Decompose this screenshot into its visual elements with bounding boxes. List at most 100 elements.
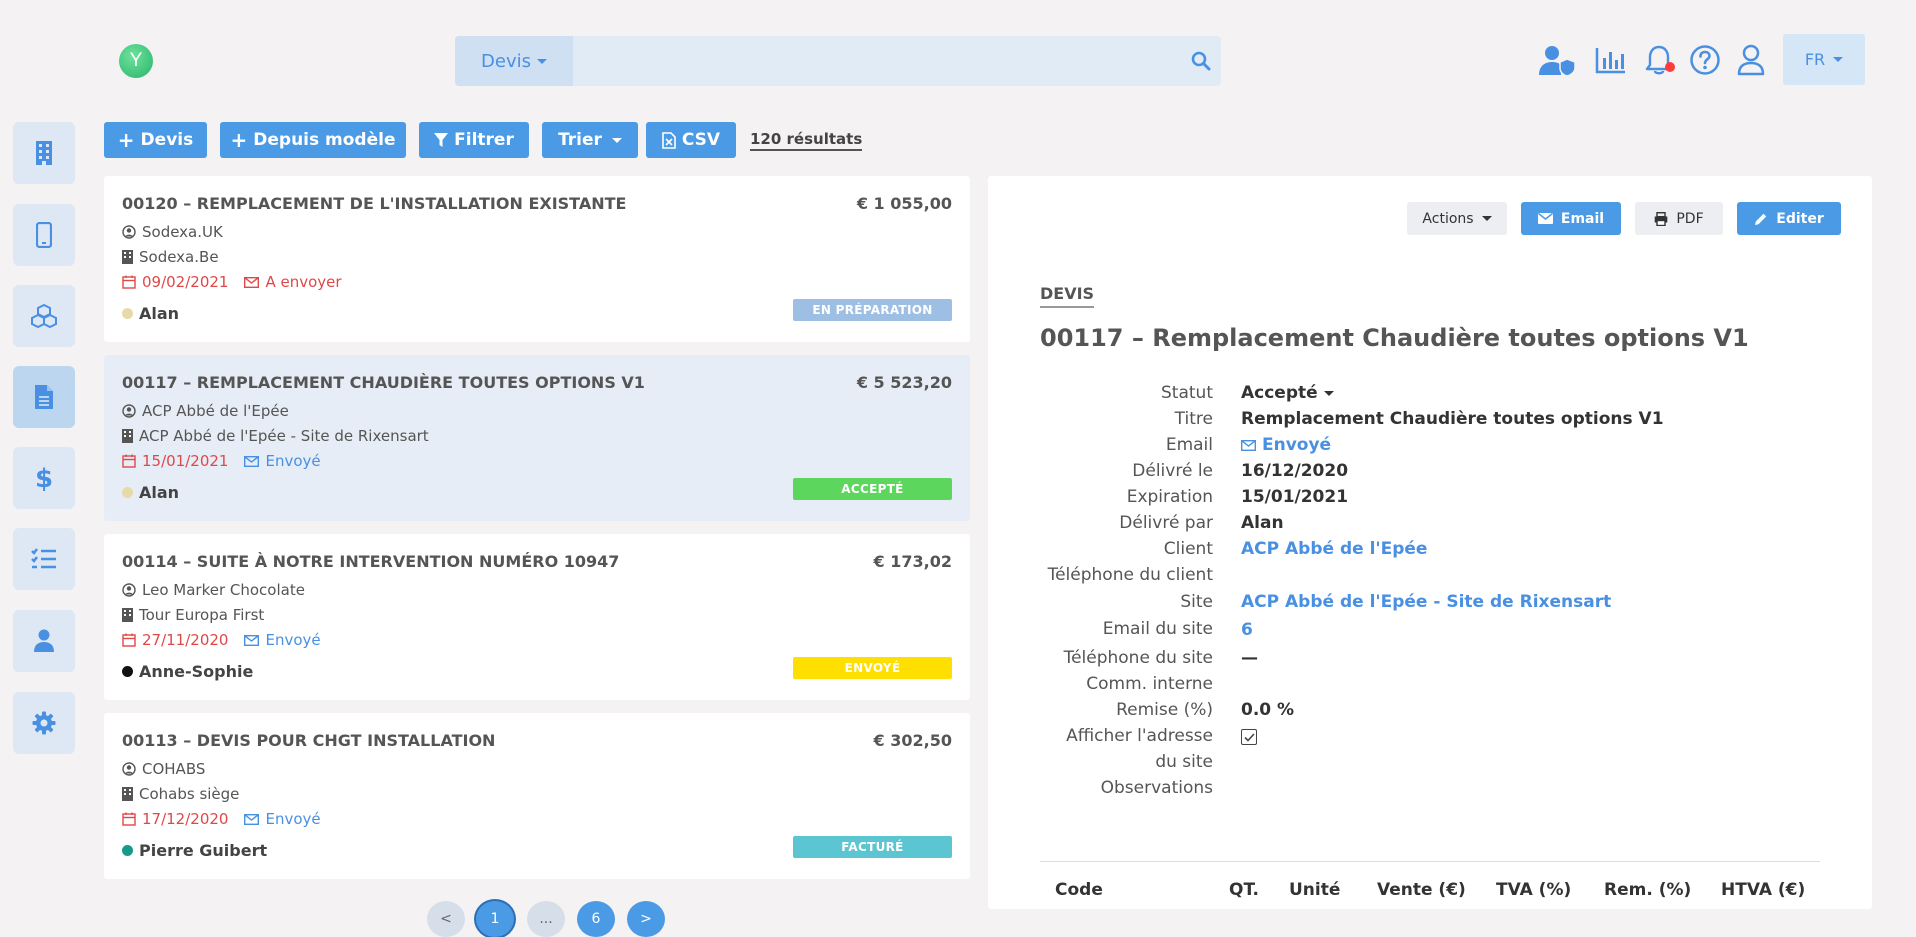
actions-dropdown[interactable]: Actions (1407, 202, 1507, 235)
user-color-dot (122, 308, 133, 319)
quote-mail-status: Envoyé (244, 810, 321, 828)
status-dropdown[interactable]: Accepté (1241, 383, 1334, 403)
quote-amount: € 5 523,20 (856, 373, 952, 392)
building-icon (122, 787, 133, 801)
quote-site: ACP Abbé de l'Epée - Site de Rixensart (139, 427, 429, 445)
checkbox-checked (1241, 729, 1257, 745)
filter-icon (434, 132, 449, 147)
edit-button[interactable]: Editer (1737, 202, 1841, 235)
quote-card[interactable]: 00113 – DEVIS POUR CHGT INSTALLATION € 3… (104, 713, 970, 879)
table-header-excl-vat: HTVA (€) (1721, 880, 1806, 900)
table-header-discount: Rem. (%) (1604, 880, 1692, 900)
chart-bar-icon[interactable] (1591, 40, 1631, 80)
building-icon (122, 608, 133, 622)
quote-user: Alan (122, 483, 179, 502)
quote-client-row: ACP Abbé de l'Epée (122, 402, 289, 420)
quote-mail-status-label: Envoyé (265, 631, 321, 649)
csv-export-button[interactable]: CSV (646, 122, 736, 158)
quote-title: 00117 – REMPLACEMENT CHAUDIÈRE TOUTES OP… (122, 373, 645, 392)
sidebar-item-users[interactable] (13, 610, 75, 672)
envelope-icon (244, 813, 260, 825)
user-profile-icon[interactable] (1731, 40, 1771, 80)
help-icon[interactable] (1685, 40, 1725, 80)
quote-title: 00114 – SUITE À NOTRE INTERVENTION NUMÉR… (122, 552, 620, 571)
filter-button[interactable]: Filtrer (419, 122, 529, 158)
file-csv-icon (662, 131, 676, 149)
site-link[interactable]: ACP Abbé de l'Epée - Site de Rixensart (1241, 592, 1611, 612)
quote-site-row: Sodexa.Be (122, 248, 219, 266)
quote-client: COHABS (142, 760, 206, 778)
pagination-page-last[interactable]: 6 (577, 901, 615, 937)
pagination-prev[interactable]: < (427, 901, 465, 937)
sort-button[interactable]: Trier (542, 122, 638, 158)
results-count[interactable]: 120 résultats (750, 130, 863, 151)
show-address-checkbox[interactable] (1241, 729, 1257, 745)
pagination-page-current[interactable]: 1 (476, 901, 514, 937)
pagination-next[interactable]: > (627, 901, 665, 937)
sidebar-item-mobile[interactable] (13, 204, 75, 266)
sidebar-item-quotes[interactable] (13, 366, 75, 428)
pdf-button[interactable]: PDF (1635, 202, 1723, 235)
search-icon[interactable] (1181, 36, 1221, 86)
field-label-client: Client (1163, 539, 1213, 559)
sidebar-item-settings[interactable] (13, 692, 75, 754)
site-email-value[interactable]: 6 (1241, 620, 1253, 640)
sidebar-item-tasks[interactable] (13, 528, 75, 590)
quote-client-row: COHABS (122, 760, 205, 778)
quote-user-name: Anne-Sophie (139, 662, 254, 681)
field-label-expiration: Expiration (1126, 487, 1213, 507)
quote-date: 09/02/2021 (142, 273, 229, 291)
new-quote-label: Devis (140, 130, 194, 150)
bell-icon[interactable] (1639, 40, 1679, 80)
quote-mail-status-label: A envoyer (265, 273, 342, 291)
calendar-icon (122, 454, 136, 468)
sidebar-item-products[interactable] (13, 285, 75, 347)
quote-user-name: Pierre Guibert (139, 841, 268, 860)
search-input[interactable] (573, 36, 1181, 86)
from-template-button[interactable]: + Depuis modèle (220, 122, 406, 158)
table-header-unit: Unité (1289, 880, 1341, 900)
quote-date-row: 17/12/2020 Envoyé (122, 810, 321, 828)
document-title: 00117 – Remplacement Chaudière toutes op… (1040, 324, 1749, 352)
language-dropdown[interactable]: FR (1783, 34, 1865, 85)
quote-card[interactable]: 00114 – SUITE À NOTRE INTERVENTION NUMÉR… (104, 534, 970, 700)
envelope-icon (1537, 213, 1553, 224)
sidebar-item-billing[interactable]: $ (13, 447, 75, 509)
quote-amount: € 173,02 (873, 552, 952, 571)
document-kind: DEVIS (1040, 284, 1095, 308)
issued-by-value: Alan (1241, 513, 1284, 533)
mobile-icon (36, 222, 52, 248)
edit-button-label: Editer (1776, 210, 1824, 227)
quote-client: ACP Abbé de l'Epée (142, 402, 289, 420)
quote-site-row: Tour Europa First (122, 606, 264, 624)
actions-label: Actions (1422, 210, 1474, 227)
quote-client: Sodexa.UK (142, 223, 223, 241)
email-status-link[interactable]: Envoyé (1241, 435, 1331, 455)
quote-mail-status: Envoyé (244, 452, 321, 470)
quote-card[interactable]: 00120 – REMPLACEMENT DE L'INSTALLATION E… (104, 176, 970, 342)
field-label-issued-by: Délivré par (1119, 513, 1213, 533)
quote-title: 00120 – REMPLACEMENT DE L'INSTALLATION E… (122, 194, 627, 213)
user-shield-icon[interactable] (1537, 40, 1577, 80)
search-type-dropdown[interactable]: Devis (455, 36, 573, 86)
field-label-show-address: Afficher l'adresse (1066, 726, 1213, 746)
quote-card[interactable]: 00117 – REMPLACEMENT CHAUDIÈRE TOUTES OP… (104, 355, 970, 521)
app-logo[interactable]: Y (119, 44, 153, 78)
new-quote-button[interactable]: + Devis (104, 122, 207, 158)
task-list-icon (31, 548, 56, 569)
search-type-label: Devis (481, 50, 531, 72)
sidebar-item-buildings[interactable] (13, 122, 75, 184)
quote-date: 27/11/2020 (142, 631, 229, 649)
field-label-discount: Remise (%) (1116, 700, 1213, 720)
quote-user-name: Alan (139, 304, 180, 323)
envelope-icon (244, 276, 260, 288)
quote-mail-status: Envoyé (244, 631, 321, 649)
expiration-value: 15/01/2021 (1241, 487, 1349, 507)
quote-date: 15/01/2021 (142, 452, 229, 470)
quote-date-row: 09/02/2021 A envoyer (122, 273, 342, 291)
site-phone-value: — (1241, 648, 1258, 668)
client-link[interactable]: ACP Abbé de l'Epée (1241, 539, 1427, 559)
quote-detail-panel: Actions Email PDF Editer DEVIS 00117 – R… (988, 176, 1872, 909)
quote-user-name: Alan (139, 483, 180, 502)
email-button[interactable]: Email (1521, 202, 1621, 235)
